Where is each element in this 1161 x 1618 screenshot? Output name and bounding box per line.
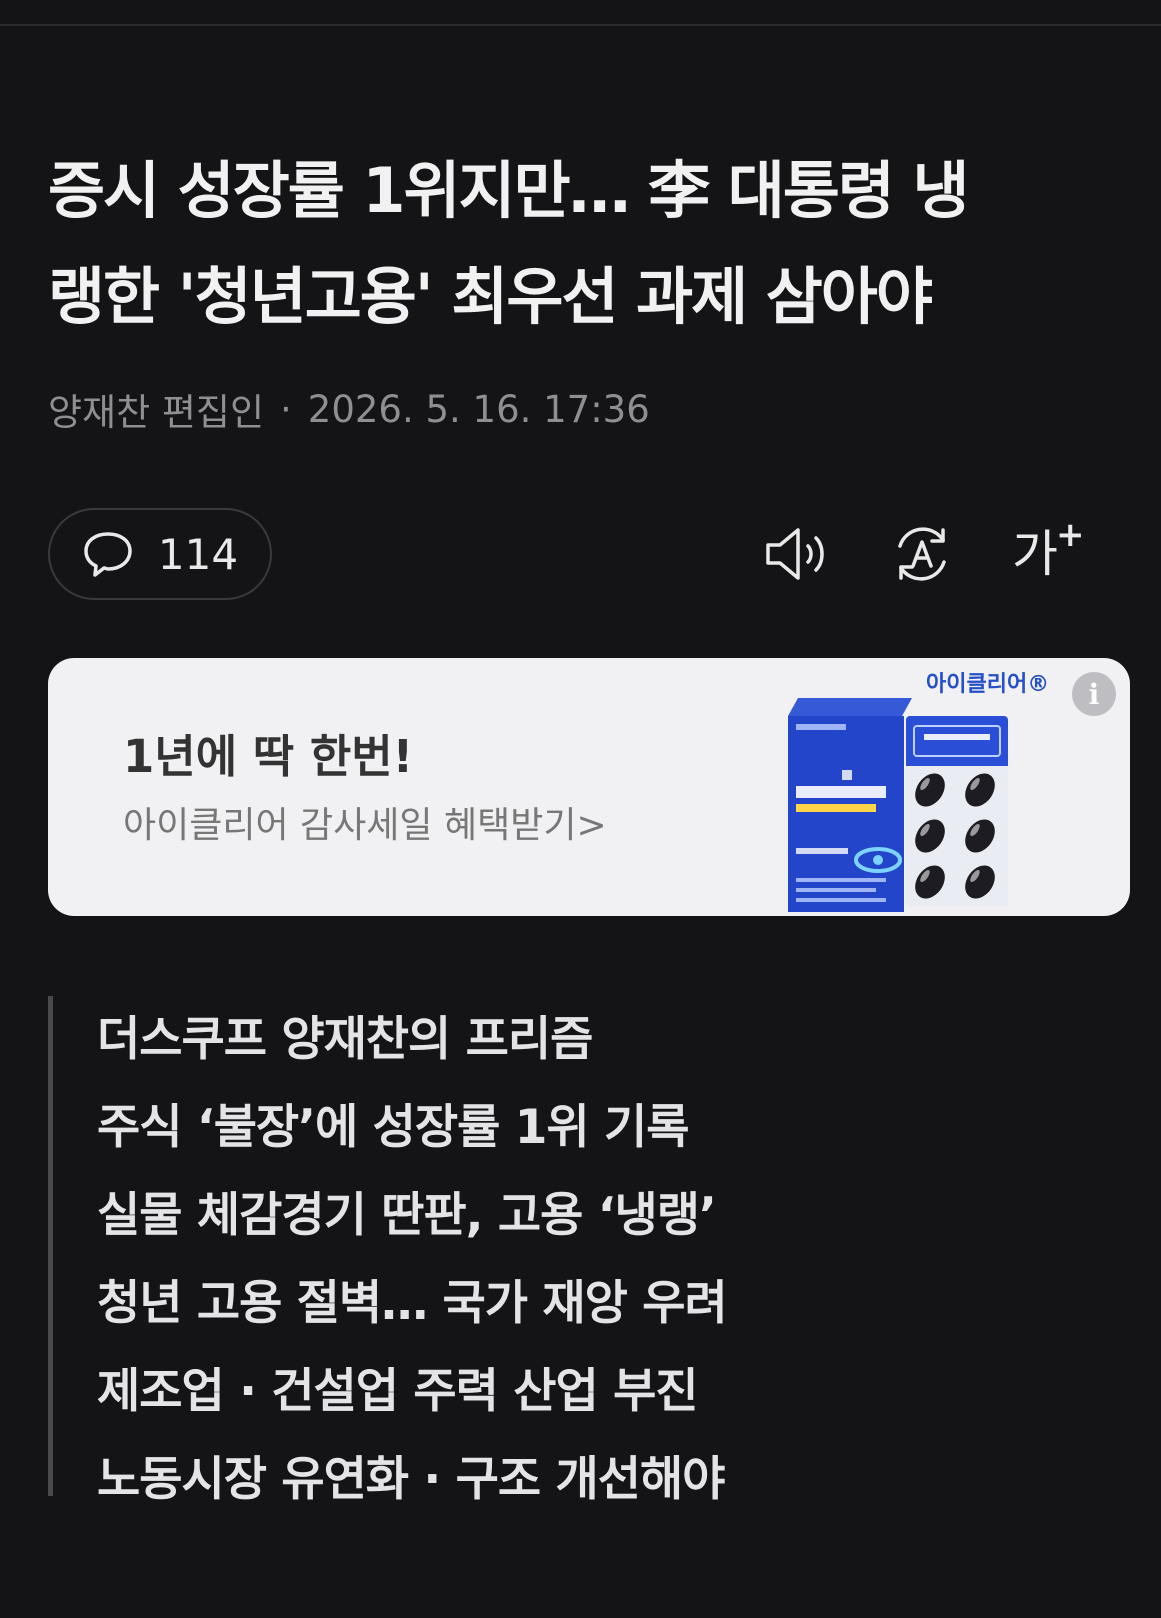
article-summary: 더스쿠프 양재찬의 프리즘 주식 ‘불장’에 성장률 1위 기록 실물 체감경기… bbox=[48, 996, 808, 1507]
article-title: 증시 성장률 1위지만… 李 대통령 냉 랭한 '청년고용' 최우선 과제 삼아… bbox=[48, 138, 1128, 350]
plus-icon: + bbox=[1056, 515, 1085, 555]
info-icon[interactable]: i bbox=[1072, 672, 1116, 716]
comment-button[interactable]: 114 bbox=[48, 508, 272, 600]
publish-date: 2026. 5. 16. 17:36 bbox=[307, 387, 650, 431]
font-size-icon[interactable]: 가 + bbox=[1012, 515, 1085, 590]
summary-line: 제조업 · 건설업 주력 산업 부진 bbox=[97, 1364, 699, 1419]
summary-line: 실물 체감경기 딴판, 고용 ‘냉랭’ bbox=[97, 1188, 717, 1243]
font-size-label: 가 bbox=[1012, 525, 1058, 583]
article-meta: 양재찬 편집인 · 2026. 5. 16. 17:36 bbox=[48, 382, 650, 436]
ad-banner[interactable]: 1년에 딱 한번! 아이클리어 감사세일 혜택받기> 아이클리어® i bbox=[48, 658, 1130, 916]
ad-subtext[interactable]: 아이클리어 감사세일 혜택받기> bbox=[123, 796, 607, 848]
summary-line: 더스쿠프 양재찬의 프리즘 bbox=[97, 1012, 593, 1067]
summary-line: 주식 ‘불장’에 성장률 1위 기록 bbox=[97, 1100, 690, 1155]
summary-line: 청년 고용 절벽… 국가 재앙 우려 bbox=[97, 1276, 728, 1331]
speech-bubble-icon bbox=[84, 532, 132, 577]
ad-headline: 1년에 딱 한번! bbox=[123, 730, 414, 783]
meta-separator: · bbox=[280, 387, 292, 431]
summary-line: 노동시장 유연화 · 구조 개선해야 bbox=[97, 1452, 725, 1507]
article-title-line-1: 증시 성장률 1위지만… 李 대통령 냉 bbox=[48, 154, 970, 227]
top-divider bbox=[0, 24, 1161, 26]
author-name[interactable]: 양재찬 편집인 bbox=[48, 382, 264, 436]
product-image bbox=[788, 698, 1008, 912]
translate-icon[interactable] bbox=[886, 518, 958, 590]
comment-count: 114 bbox=[157, 529, 239, 579]
speaker-icon[interactable] bbox=[762, 518, 834, 590]
article-title-line-2: 랭한 '청년고용' 최우선 과제 삼아야 bbox=[48, 260, 933, 333]
